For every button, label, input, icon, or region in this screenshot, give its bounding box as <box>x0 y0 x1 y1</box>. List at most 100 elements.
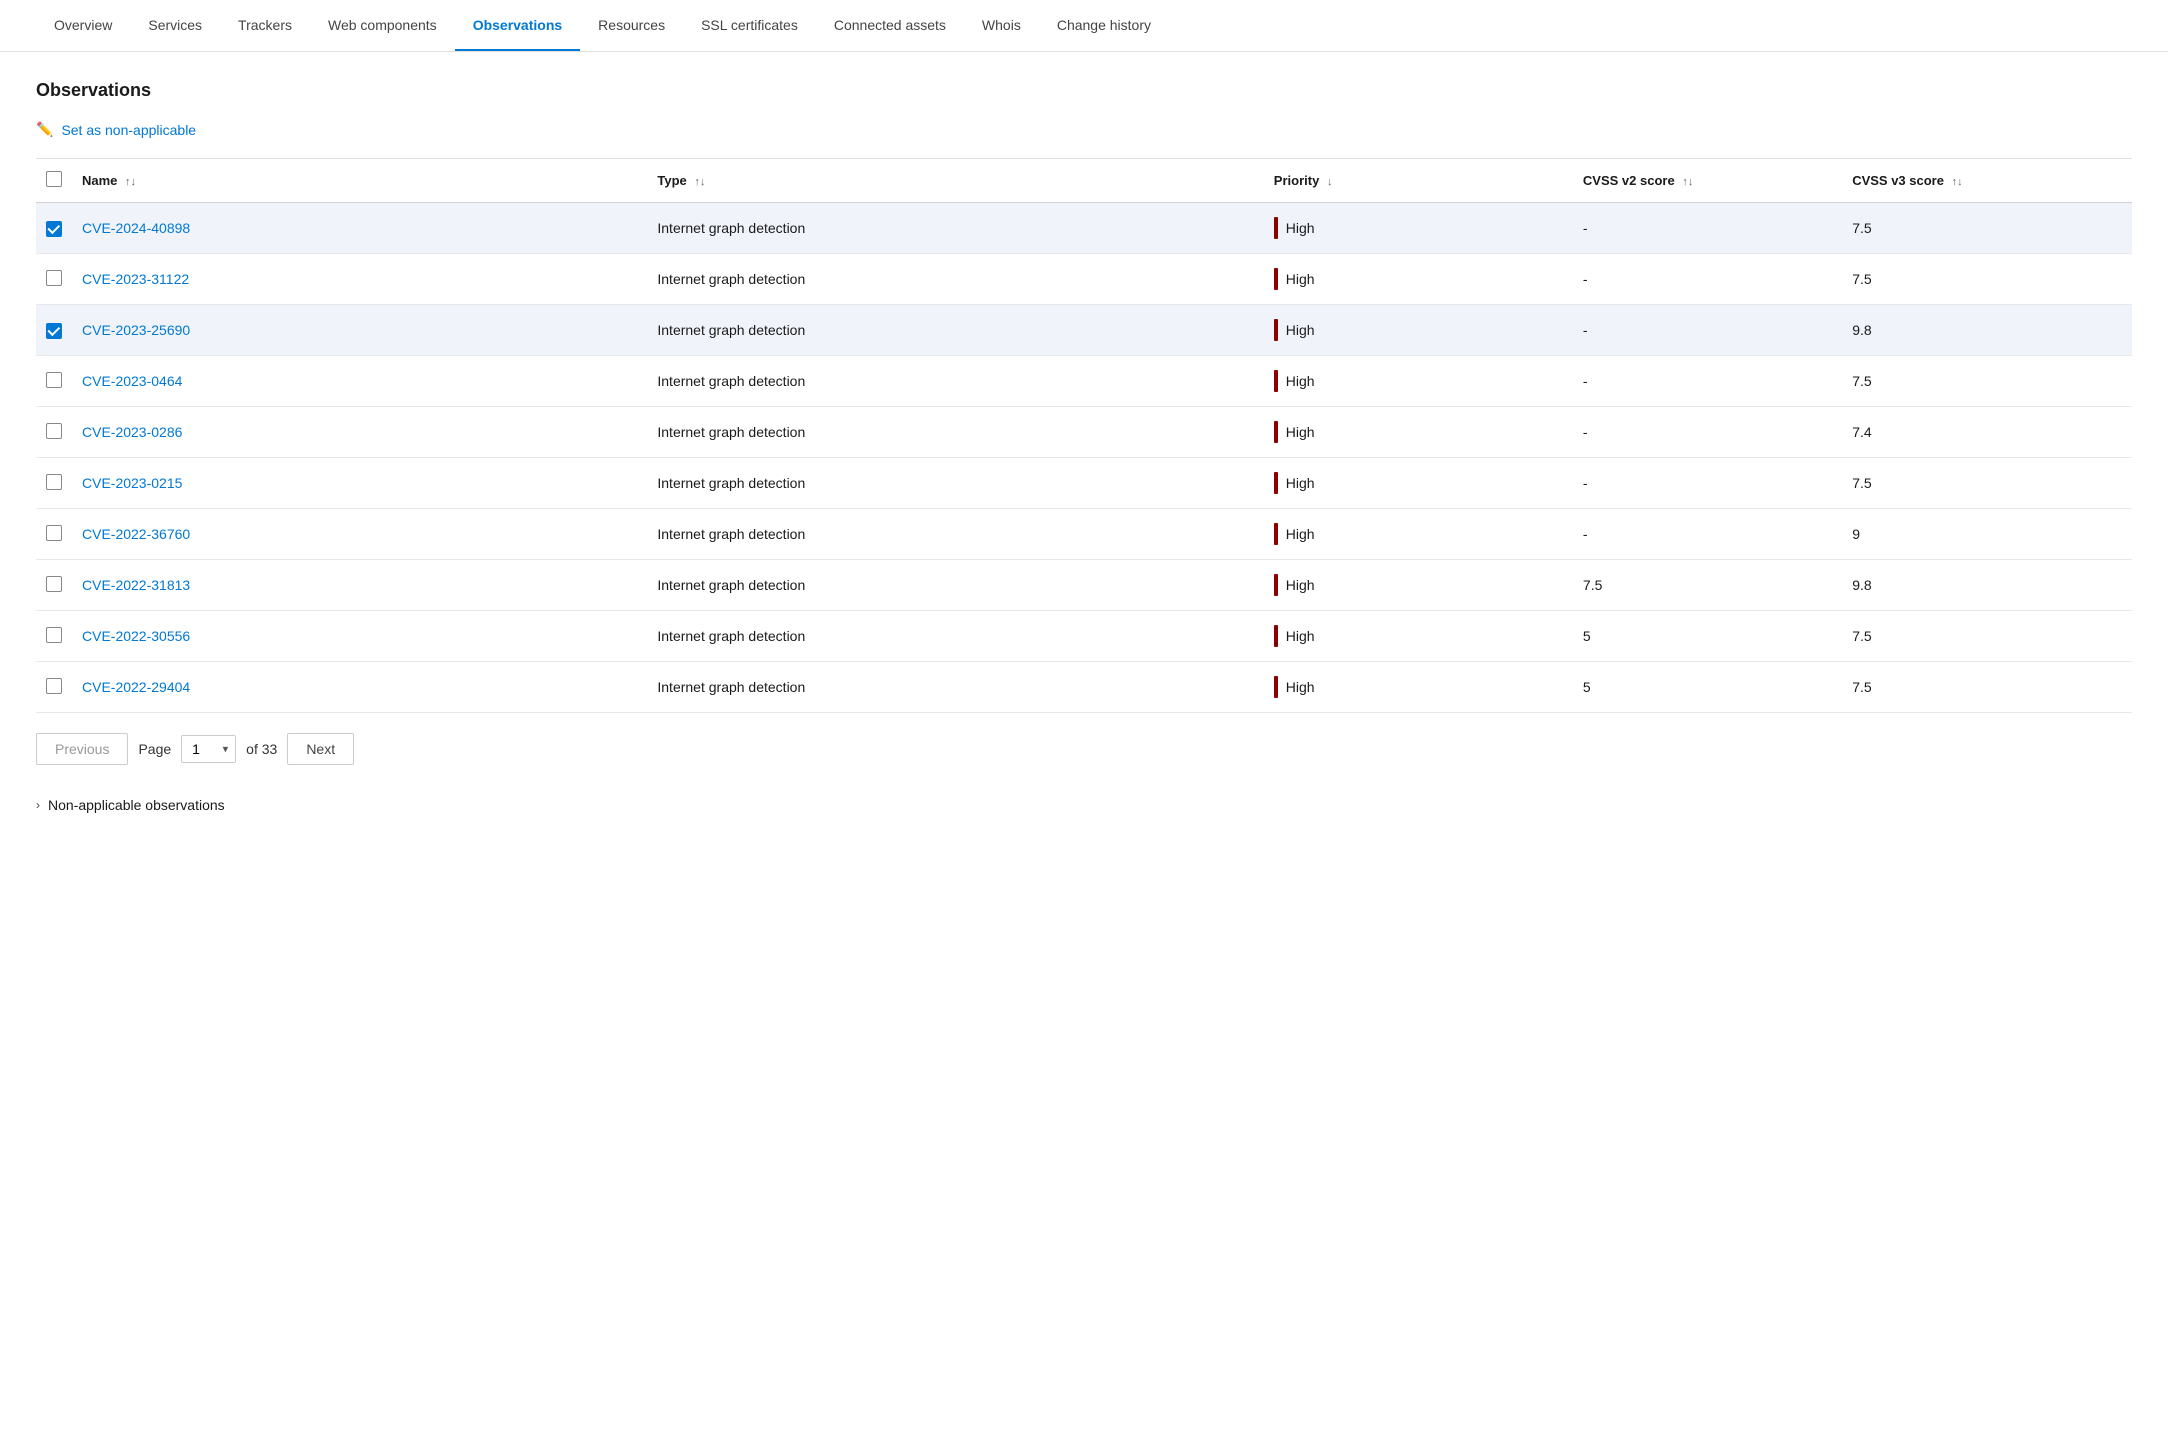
row-checkbox-3[interactable] <box>46 323 62 339</box>
next-button[interactable]: Next <box>287 733 354 765</box>
row-cvss2-7: - <box>1573 509 1842 560</box>
nav-item-web-components[interactable]: Web components <box>310 1 455 51</box>
row-name-1: CVE-2024-40898 <box>72 203 647 254</box>
page-title: Observations <box>36 80 2132 101</box>
nav-item-whois[interactable]: Whois <box>964 1 1039 51</box>
cve-link-8[interactable]: CVE-2022-31813 <box>82 577 190 593</box>
page-label: Page <box>138 741 171 757</box>
cve-link-4[interactable]: CVE-2023-0464 <box>82 373 182 389</box>
row-cvss3-5: 7.4 <box>1842 407 2132 458</box>
nav-item-connected-assets[interactable]: Connected assets <box>816 1 964 51</box>
row-checkbox-cell <box>36 305 72 356</box>
row-checkbox-cell <box>36 560 72 611</box>
row-cvss2-5: - <box>1573 407 1842 458</box>
row-checkbox-cell <box>36 254 72 305</box>
header-checkbox-cell <box>36 159 72 203</box>
row-checkbox-cell <box>36 458 72 509</box>
row-priority-2: High <box>1264 254 1573 305</box>
row-checkbox-8[interactable] <box>46 576 62 592</box>
col-header-cvss3[interactable]: CVSS v3 score ↑↓ <box>1842 159 2132 203</box>
page-select-wrapper: 1 2 3 4 5 ▾ <box>181 735 236 763</box>
select-all-checkbox[interactable] <box>46 171 62 187</box>
cve-link-2[interactable]: CVE-2023-31122 <box>82 271 189 287</box>
row-checkbox-7[interactable] <box>46 525 62 541</box>
nav-item-ssl-certificates[interactable]: SSL certificates <box>683 1 816 51</box>
row-type-8: Internet graph detection <box>647 560 1263 611</box>
priority-label-7: High <box>1286 526 1315 542</box>
cve-link-1[interactable]: CVE-2024-40898 <box>82 220 190 236</box>
row-cvss3-6: 7.5 <box>1842 458 2132 509</box>
row-checkbox-1[interactable] <box>46 221 62 237</box>
priority-label-2: High <box>1286 271 1315 287</box>
row-cvss3-10: 7.5 <box>1842 662 2132 713</box>
nav-item-trackers[interactable]: Trackers <box>220 1 310 51</box>
nav-item-overview[interactable]: Overview <box>36 1 130 51</box>
priority-label-1: High <box>1286 220 1315 236</box>
row-cvss2-8: 7.5 <box>1573 560 1842 611</box>
row-name-5: CVE-2023-0286 <box>72 407 647 458</box>
priority-bar-3 <box>1274 319 1278 341</box>
priority-label-6: High <box>1286 475 1315 491</box>
col-header-name[interactable]: Name ↑↓ <box>72 159 647 203</box>
table-row: CVE-2022-36760 Internet graph detection … <box>36 509 2132 560</box>
row-type-6: Internet graph detection <box>647 458 1263 509</box>
row-type-7: Internet graph detection <box>647 509 1263 560</box>
row-cvss3-7: 9 <box>1842 509 2132 560</box>
row-priority-9: High <box>1264 611 1573 662</box>
sort-icon-type: ↑↓ <box>694 176 705 188</box>
col-header-priority[interactable]: Priority ↓ <box>1264 159 1573 203</box>
table-row: CVE-2023-25690 Internet graph detection … <box>36 305 2132 356</box>
row-checkbox-4[interactable] <box>46 372 62 388</box>
cve-link-7[interactable]: CVE-2022-36760 <box>82 526 190 542</box>
priority-bar-5 <box>1274 421 1278 443</box>
previous-button[interactable]: Previous <box>36 733 128 765</box>
cve-link-3[interactable]: CVE-2023-25690 <box>82 322 190 338</box>
row-type-10: Internet graph detection <box>647 662 1263 713</box>
of-label: of 33 <box>246 741 277 757</box>
top-navigation: Overview Services Trackers Web component… <box>0 0 2168 52</box>
row-name-9: CVE-2022-30556 <box>72 611 647 662</box>
row-checkbox-cell <box>36 203 72 254</box>
cve-link-9[interactable]: CVE-2022-30556 <box>82 628 190 644</box>
nav-item-change-history[interactable]: Change history <box>1039 1 1169 51</box>
row-cvss2-1: - <box>1573 203 1842 254</box>
priority-bar-6 <box>1274 472 1278 494</box>
row-name-2: CVE-2023-31122 <box>72 254 647 305</box>
priority-bar-2 <box>1274 268 1278 290</box>
set-non-applicable-button[interactable]: ✏️ Set as non-applicable <box>36 121 2132 138</box>
priority-label-8: High <box>1286 577 1315 593</box>
table-row: CVE-2023-0464 Internet graph detection H… <box>36 356 2132 407</box>
col-header-cvss2[interactable]: CVSS v2 score ↑↓ <box>1573 159 1842 203</box>
row-priority-4: High <box>1264 356 1573 407</box>
row-priority-6: High <box>1264 458 1573 509</box>
priority-bar-9 <box>1274 625 1278 647</box>
row-priority-8: High <box>1264 560 1573 611</box>
table-body: CVE-2024-40898 Internet graph detection … <box>36 203 2132 713</box>
cve-link-5[interactable]: CVE-2023-0286 <box>82 424 182 440</box>
nav-item-resources[interactable]: Resources <box>580 1 683 51</box>
row-checkbox-10[interactable] <box>46 678 62 694</box>
row-type-1: Internet graph detection <box>647 203 1263 254</box>
priority-label-9: High <box>1286 628 1315 644</box>
table-row: CVE-2023-0286 Internet graph detection H… <box>36 407 2132 458</box>
row-checkbox-6[interactable] <box>46 474 62 490</box>
row-checkbox-9[interactable] <box>46 627 62 643</box>
row-type-2: Internet graph detection <box>647 254 1263 305</box>
row-checkbox-2[interactable] <box>46 270 62 286</box>
priority-label-4: High <box>1286 373 1315 389</box>
nav-item-observations[interactable]: Observations <box>455 1 580 51</box>
row-name-3: CVE-2023-25690 <box>72 305 647 356</box>
row-checkbox-cell <box>36 662 72 713</box>
nav-item-services[interactable]: Services <box>130 1 220 51</box>
row-checkbox-5[interactable] <box>46 423 62 439</box>
row-priority-7: High <box>1264 509 1573 560</box>
non-applicable-section[interactable]: › Non-applicable observations <box>36 797 2132 813</box>
cve-link-6[interactable]: CVE-2023-0215 <box>82 475 182 491</box>
page-select[interactable]: 1 2 3 4 5 <box>181 735 236 763</box>
cve-link-10[interactable]: CVE-2022-29404 <box>82 679 190 695</box>
row-cvss3-8: 9.8 <box>1842 560 2132 611</box>
col-header-type[interactable]: Type ↑↓ <box>647 159 1263 203</box>
set-non-applicable-label: Set as non-applicable <box>61 122 196 138</box>
row-type-3: Internet graph detection <box>647 305 1263 356</box>
row-checkbox-cell <box>36 509 72 560</box>
